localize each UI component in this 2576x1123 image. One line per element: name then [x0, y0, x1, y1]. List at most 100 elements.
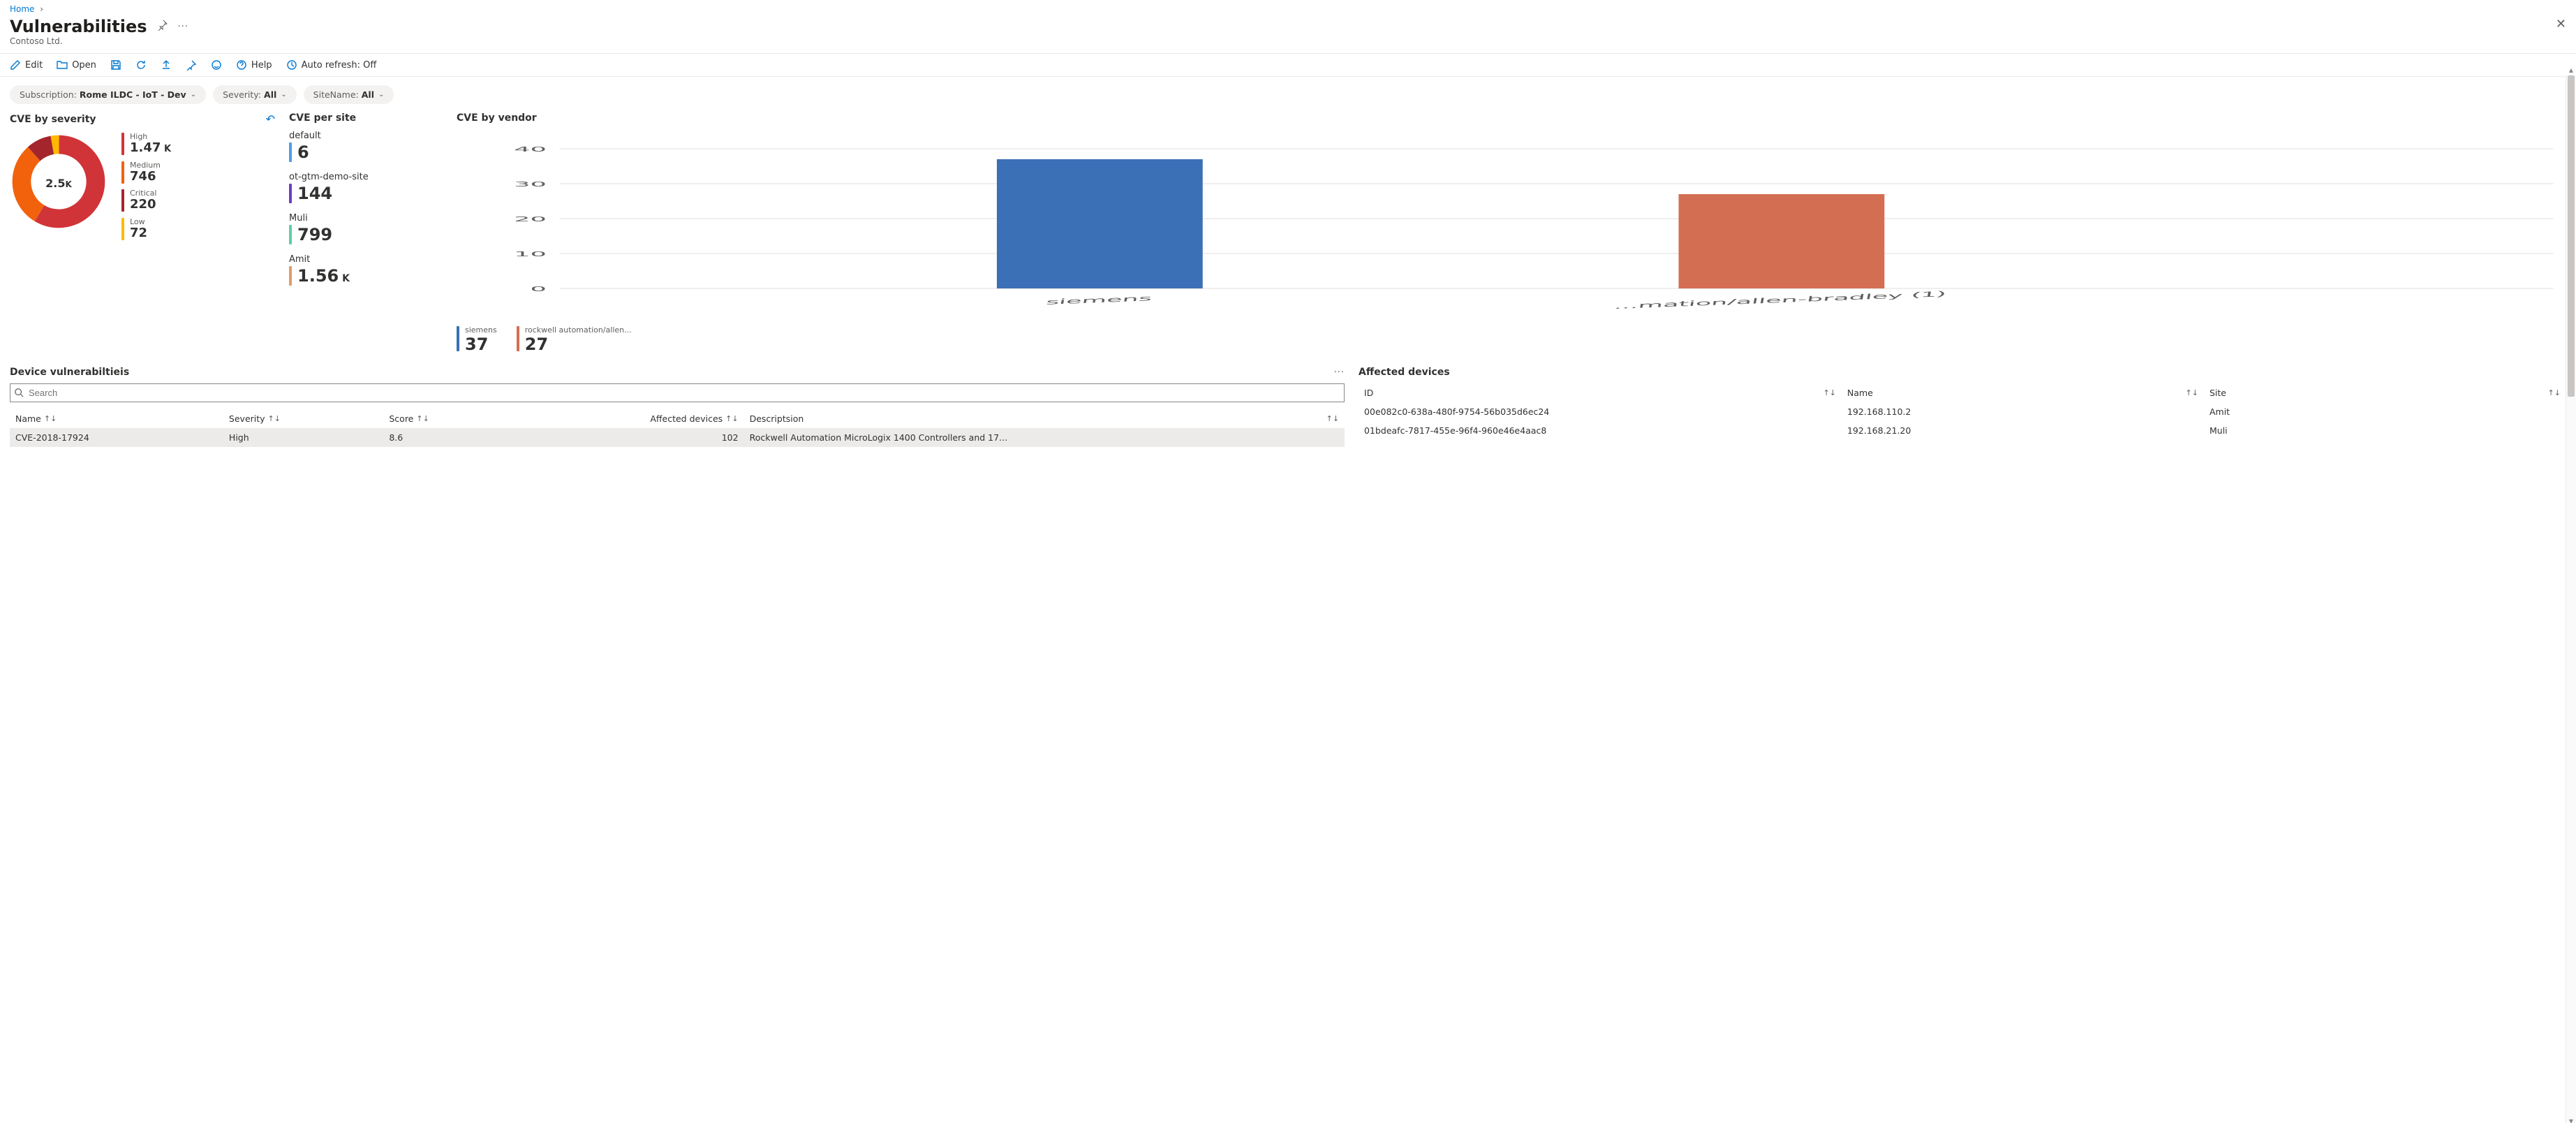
sort-icon: ↑↓	[44, 414, 57, 423]
pin-icon[interactable]	[157, 20, 168, 34]
chevron-down-icon: ⌄	[378, 91, 384, 98]
legend-swatch	[121, 189, 124, 212]
site-item[interactable]: ot-gtm-demo-site144	[289, 172, 443, 203]
donut-total: 2.5K	[10, 133, 108, 233]
vendor-legend-item[interactable]: siemens37	[457, 326, 497, 354]
site-item[interactable]: default6	[289, 131, 443, 162]
vendor-legend-item[interactable]: rockwell automation/allen...27	[517, 326, 632, 354]
svg-text:40: 40	[514, 145, 547, 153]
svg-text:20: 20	[514, 215, 547, 223]
save-icon[interactable]	[110, 59, 121, 71]
legend-value: 27	[525, 335, 632, 354]
vendor-bar-chart[interactable]: 40 30 20 10 0 siemens ...mation/allen-br…	[457, 131, 2566, 312]
scroll-down-icon[interactable]: ▼	[2566, 1118, 2576, 1123]
sort-icon: ↑↓	[2186, 388, 2198, 397]
filter-severity[interactable]: Severity: All⌄	[213, 85, 297, 104]
legend-swatch	[457, 326, 459, 351]
legend-swatch	[517, 326, 519, 351]
refresh-icon[interactable]	[135, 59, 147, 71]
legend-swatch	[121, 133, 124, 155]
site-value: 6	[297, 142, 309, 162]
site-value: 799	[297, 225, 332, 244]
legend-item[interactable]: High1.47 K	[121, 133, 171, 156]
chevron-down-icon: ⌄	[191, 91, 196, 98]
severity-donut-chart[interactable]: 2.5K	[10, 133, 108, 233]
legend-label: High	[130, 133, 171, 140]
site-item[interactable]: Muli 799	[289, 213, 443, 244]
site-value: 1.56 K	[297, 266, 350, 286]
sort-icon: ↑↓	[725, 414, 738, 423]
cell-name: CVE-2018-17924	[10, 428, 223, 447]
legend-item[interactable]: Medium746	[121, 161, 171, 184]
page-subtitle: Contoso Ltd.	[0, 36, 2576, 53]
legend-label: Medium	[130, 161, 161, 169]
col-dname[interactable]: Name↑↓	[1842, 383, 2204, 402]
filter-subscription[interactable]: Subscription: Rome ILDC - IoT - Dev⌄	[10, 85, 206, 104]
legend-item[interactable]: Critical220	[121, 189, 171, 212]
svg-text:10: 10	[514, 250, 547, 258]
legend-value: 220	[130, 197, 156, 212]
sort-icon: ↑↓	[268, 414, 281, 423]
sort-icon: ↑↓	[2548, 388, 2561, 397]
site-value: 144	[297, 184, 332, 203]
svg-text:...mation/allen-bradley (1): ...mation/allen-bradley (1)	[1612, 290, 1949, 309]
filter-sitename[interactable]: SiteName: All⌄	[304, 85, 394, 104]
cell-score: 8.6	[383, 428, 543, 447]
panel-affected-devices: Affected devices ID↑↓ Name↑↓ Site↑↓ 00e0…	[1359, 367, 2566, 447]
cell-id: 00e082c0-638a-480f-9754-56b035d6ec24	[1359, 402, 1842, 421]
svg-text:30: 30	[514, 180, 547, 188]
scrollbar-thumb[interactable]	[2568, 75, 2575, 397]
chevron-right-icon: ›	[40, 4, 43, 14]
sort-icon: ↑↓	[1326, 414, 1339, 423]
cell-site: Muli	[2204, 421, 2566, 440]
site-swatch	[289, 142, 292, 162]
open-button[interactable]: Open	[57, 59, 96, 71]
help-button[interactable]: Help	[236, 59, 272, 71]
feedback-icon[interactable]	[211, 59, 222, 71]
cell-desc: Rockwell Automation MicroLogix 1400 Cont…	[744, 428, 1345, 447]
table-row[interactable]: CVE-2018-17924High8.6102Rockwell Automat…	[10, 428, 1345, 447]
site-swatch	[289, 184, 292, 203]
col-score[interactable]: Score↑↓	[383, 409, 543, 428]
close-icon[interactable]: ✕	[2556, 17, 2566, 31]
page-scrollbar[interactable]: ▲ ▼	[2566, 75, 2576, 1123]
more-icon[interactable]: ···	[178, 22, 188, 32]
auto-refresh-toggle[interactable]: Auto refresh: Off	[286, 59, 377, 71]
svg-text:siemens: siemens	[1044, 294, 1154, 306]
legend-swatch	[121, 218, 124, 240]
undo-icon[interactable]: ↶	[266, 112, 275, 126]
cell-id: 01bdeafc-7817-455e-96f4-960e46e4aac8	[1359, 421, 1842, 440]
sort-icon: ↑↓	[1823, 388, 1836, 397]
edit-button[interactable]: Edit	[10, 59, 43, 71]
cell-site: Amit	[2204, 402, 2566, 421]
pin-toolbar-icon[interactable]	[186, 59, 197, 71]
chevron-down-icon: ⌄	[281, 91, 286, 98]
col-id[interactable]: ID↑↓	[1359, 383, 1842, 402]
site-item[interactable]: Amit1.56 K	[289, 254, 443, 286]
table-row[interactable]: 01bdeafc-7817-455e-96f4-960e46e4aac8192.…	[1359, 421, 2566, 440]
panel-cve-severity: CVE by severity ↶ 2.5K High1.47 KMedium7…	[10, 112, 275, 354]
col-affected[interactable]: Affected devices↑↓	[544, 409, 744, 428]
col-site[interactable]: Site↑↓	[2204, 383, 2566, 402]
search-input[interactable]	[10, 383, 1345, 402]
share-icon[interactable]	[161, 59, 172, 71]
sort-icon: ↑↓	[416, 414, 429, 423]
site-swatch	[289, 266, 292, 286]
site-name: Muli	[289, 213, 443, 223]
scroll-up-icon[interactable]: ▲	[2566, 67, 2576, 73]
panel-cve-vendor: CVE by vendor 40 30 20 10 0	[457, 112, 2566, 354]
severity-legend: High1.47 K Medium746 Critical220 Low72	[121, 133, 171, 246]
legend-item[interactable]: Low72	[121, 218, 171, 241]
legend-label: rockwell automation/allen...	[525, 326, 632, 335]
col-description[interactable]: Descriptsion↑↓	[744, 409, 1345, 428]
panel-device-vulns: Device vulnerabiltieis ··· Name↑↓ Severi…	[10, 367, 1345, 447]
breadcrumb: Home ›	[0, 0, 2576, 14]
legend-value: 746	[130, 169, 161, 184]
breadcrumb-home[interactable]: Home	[10, 4, 34, 14]
svg-text:0: 0	[531, 285, 547, 293]
more-icon[interactable]: ···	[1334, 367, 1345, 378]
col-severity[interactable]: Severity↑↓	[223, 409, 383, 428]
col-name[interactable]: Name↑↓	[10, 409, 223, 428]
legend-label: Low	[130, 218, 147, 226]
table-row[interactable]: 00e082c0-638a-480f-9754-56b035d6ec24192.…	[1359, 402, 2566, 421]
